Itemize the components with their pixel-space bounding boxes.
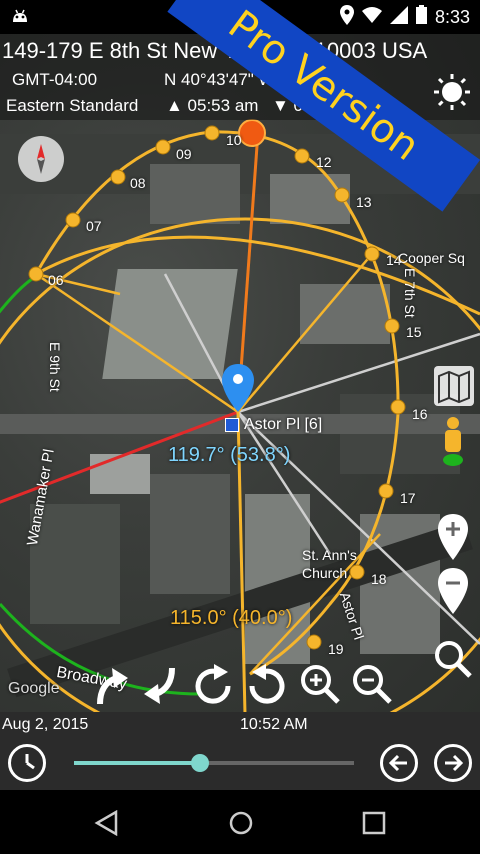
zoom-out-icon xyxy=(353,665,392,704)
clock-button[interactable] xyxy=(8,744,46,782)
subway-icon xyxy=(225,418,239,432)
rotate-cw-button[interactable] xyxy=(192,664,234,711)
street-label-cooper-sq: Cooper Sq xyxy=(398,250,465,266)
arrow-left-icon xyxy=(388,754,407,772)
recents-nav-icon[interactable] xyxy=(362,811,386,840)
wifi-icon xyxy=(361,6,382,28)
time-slider-fill xyxy=(74,761,200,765)
arrow-right-icon xyxy=(445,754,464,772)
rotate-ccw-button[interactable] xyxy=(246,664,288,711)
zoom-out-pin-icon[interactable] xyxy=(436,568,470,619)
previous-button[interactable] xyxy=(380,744,418,782)
compass-button[interactable] xyxy=(18,136,64,182)
street-view-pegman-icon[interactable] xyxy=(438,416,468,473)
time-slider-thumb[interactable] xyxy=(191,754,209,772)
rotate-counterclockwise-icon xyxy=(249,664,285,704)
curved-arrow-up-icon xyxy=(97,668,128,705)
next-button[interactable] xyxy=(434,744,472,782)
hour-label: 18 xyxy=(371,571,387,587)
date-text: Aug 2, 2015 xyxy=(2,716,89,733)
zoom-in-pin-icon[interactable] xyxy=(436,514,470,565)
battery-icon xyxy=(415,5,427,29)
signal-icon xyxy=(389,5,408,29)
back-nav-icon[interactable] xyxy=(94,809,118,841)
hour-label: 06 xyxy=(48,272,64,288)
hour-label: 13 xyxy=(356,194,372,210)
time-slider[interactable] xyxy=(74,754,354,772)
curved-arrow-down-icon xyxy=(144,667,175,704)
time-text: 10:52 AM xyxy=(240,716,308,733)
hour-label: 10 xyxy=(226,132,242,148)
sun-settings-icon[interactable] xyxy=(432,72,472,117)
system-nav-bar xyxy=(0,790,480,854)
google-attribution: Google xyxy=(8,680,60,697)
place-label-astor-pl: Astor Pl [6] xyxy=(244,416,323,433)
location-icon xyxy=(339,4,354,30)
street-label-e9th: E 9th St xyxy=(47,342,63,392)
rotate-clockwise-icon xyxy=(195,664,231,704)
android-debug-icon xyxy=(10,7,30,32)
place-label-st-anns: St. Ann's Church xyxy=(302,547,357,581)
hour-label: 12 xyxy=(316,154,332,170)
time-control-bar: Aug 2, 2015 10:52 AM xyxy=(0,712,480,790)
map-icon xyxy=(438,370,470,404)
compass-icon xyxy=(37,144,45,174)
zoom-in-button[interactable] xyxy=(298,662,342,711)
hour-label: 16 xyxy=(412,406,428,422)
clock-icon xyxy=(25,754,35,770)
sunrise-time: ▲ 05:53 am xyxy=(166,96,259,115)
status-time: 8:33 xyxy=(434,6,470,27)
hour-label: 17 xyxy=(400,490,416,506)
tilt-down-button[interactable] xyxy=(140,664,182,713)
hour-label: 07 xyxy=(86,218,102,234)
map-type-button[interactable] xyxy=(434,366,474,406)
street-label-e7th: E 7th St xyxy=(402,268,418,318)
hour-label: 19 xyxy=(328,641,344,657)
search-icon[interactable] xyxy=(432,638,474,685)
timezone-offset: GMT-04:00 xyxy=(12,70,98,89)
zoom-in-icon xyxy=(301,665,340,704)
hour-label: 15 xyxy=(406,324,422,340)
tilt-up-button[interactable] xyxy=(90,664,132,713)
shadow-angle-readout: 115.0° (40.0°) xyxy=(170,607,293,629)
sun-angle-readout: 119.7° (53.8°) xyxy=(168,444,291,466)
home-nav-icon[interactable] xyxy=(228,810,254,841)
zoom-out-button[interactable] xyxy=(350,662,394,711)
hour-label: 09 xyxy=(176,146,192,162)
timezone-name: Eastern Standard xyxy=(6,96,139,115)
hour-label: 08 xyxy=(130,175,146,191)
